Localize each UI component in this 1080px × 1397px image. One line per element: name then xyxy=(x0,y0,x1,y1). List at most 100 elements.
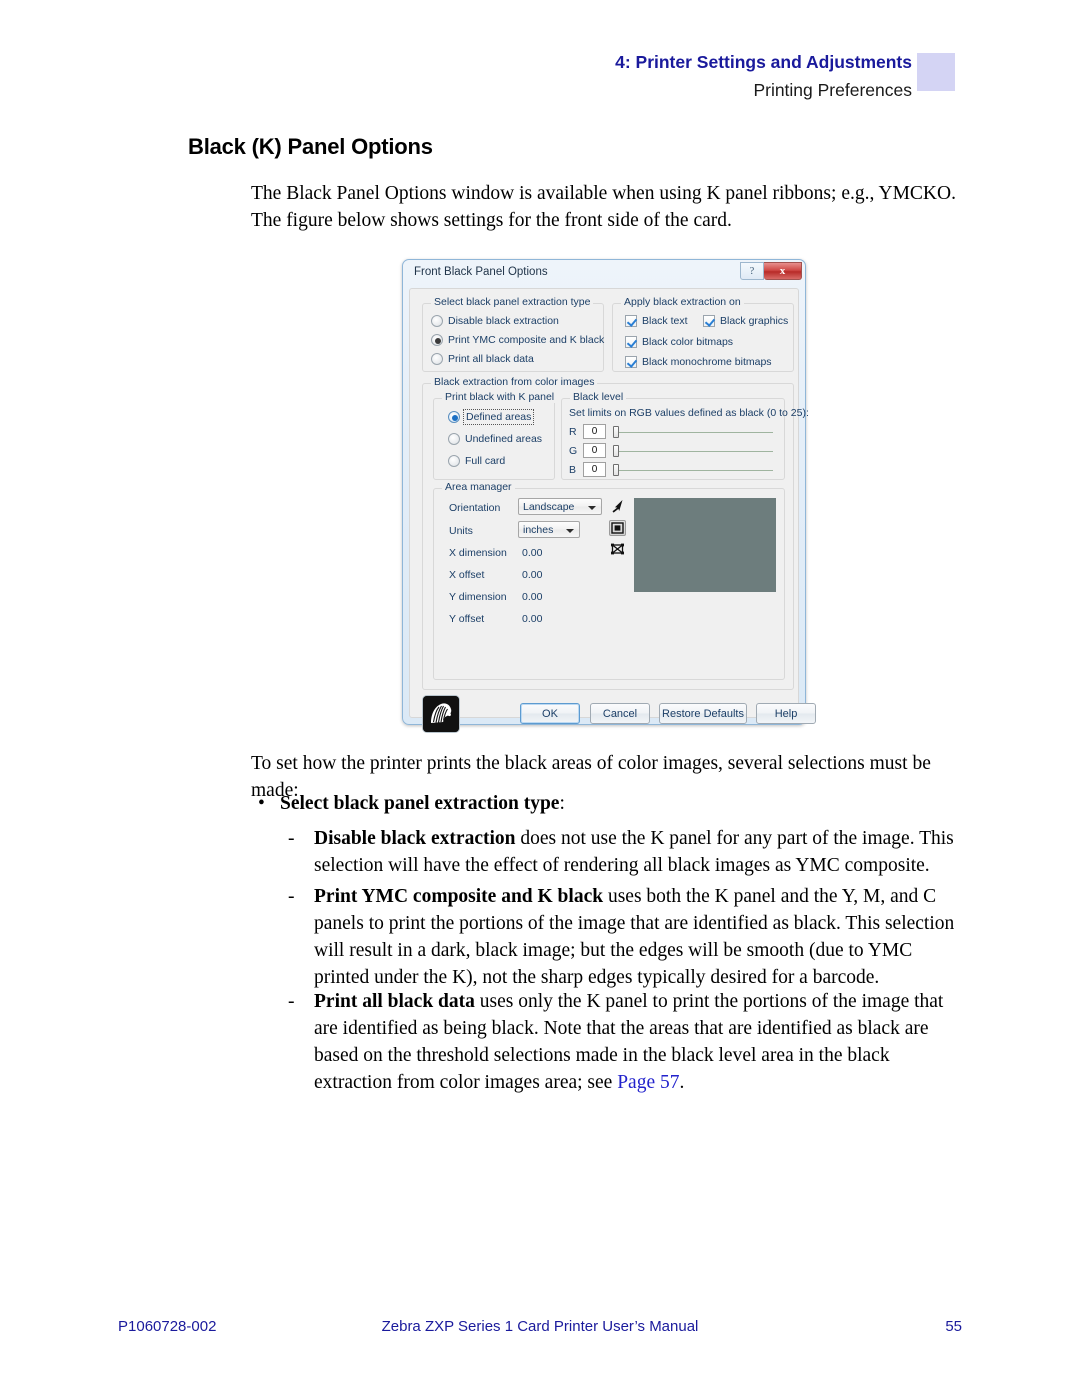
units-label: Units xyxy=(449,525,473,537)
slider-thumb[interactable] xyxy=(613,463,619,476)
checkbox-black-monochrome-bitmaps[interactable]: Black monochrome bitmaps xyxy=(625,356,772,368)
channel-value-b[interactable]: 0 xyxy=(583,462,606,477)
black-level-instruction: Set limits on RGB values defined as blac… xyxy=(569,407,809,419)
dialog-titlebar[interactable]: Front Black Panel Options ? x xyxy=(405,262,803,287)
radio-label: Print YMC composite and K black xyxy=(448,334,605,346)
footer-page-number: 55 xyxy=(945,1318,962,1335)
window-buttons: ? x xyxy=(740,262,802,280)
y-offset-label: Y offset xyxy=(449,613,485,625)
page-57-link[interactable]: Page 57 xyxy=(617,1072,679,1093)
group-black-extraction-from-color-images: Black extraction from color images Print… xyxy=(422,376,809,690)
checkbox-black-graphics[interactable]: Black graphics xyxy=(703,315,788,327)
group-extraction-type: Select black panel extraction type Disab… xyxy=(422,296,604,372)
radio-label: Undefined areas xyxy=(465,433,543,445)
slider-g[interactable] xyxy=(613,444,773,458)
slider-track xyxy=(619,450,773,452)
cancel-button[interactable]: Cancel xyxy=(590,703,650,724)
area-preview-canvas[interactable] xyxy=(634,498,776,592)
sub-bullet-text: Disable black extraction does not use th… xyxy=(314,825,964,879)
group-extraction-type-legend: Select black panel extraction type xyxy=(431,296,594,308)
close-icon[interactable]: x xyxy=(764,262,802,280)
bullet-tail-text: : xyxy=(559,793,565,814)
sub-bullet-period: . xyxy=(679,1072,685,1093)
group-black-level: Black level Set limits on RGB values def… xyxy=(561,391,809,480)
chevron-down-icon xyxy=(588,506,596,510)
radio-disable-black-extraction[interactable]: Disable black extraction xyxy=(431,315,559,327)
group-apply-on-legend: Apply black extraction on xyxy=(621,296,744,308)
intro-paragraph: The Black Panel Options window is availa… xyxy=(251,183,956,231)
slider-b[interactable] xyxy=(613,463,773,477)
header-chapter-title: 4: Printer Settings and Adjustments xyxy=(615,52,912,72)
dash-marker: - xyxy=(288,886,295,907)
sub-bullet-text: Print all black data uses only the K pan… xyxy=(314,988,964,1096)
channel-value-g[interactable]: 0 xyxy=(583,443,606,458)
group-black-level-legend: Black level xyxy=(570,391,627,403)
radio-full-card[interactable]: Full card xyxy=(448,455,505,467)
bullet-select-extraction-type: • Select black panel extraction type: xyxy=(258,790,958,817)
checkbox-indicator xyxy=(703,315,715,327)
radio-print-ymc-composite-and-k-black[interactable]: Print YMC composite and K black xyxy=(431,334,604,346)
checkbox-indicator xyxy=(625,315,637,327)
slider-track xyxy=(619,431,773,433)
rectangle-tool-icon[interactable] xyxy=(609,520,626,536)
slider-r[interactable] xyxy=(613,425,773,439)
dialog-title: Front Black Panel Options xyxy=(414,266,548,278)
checkbox-black-color-bitmaps[interactable]: Black color bitmaps xyxy=(625,336,733,348)
checkbox-indicator xyxy=(625,336,637,348)
x-offset-label: X offset xyxy=(449,569,485,581)
channel-value-r[interactable]: 0 xyxy=(583,424,606,439)
units-value: inches xyxy=(523,524,554,536)
slider-thumb[interactable] xyxy=(613,425,619,438)
sub-bullet-print-ymc-composite: - Print YMC composite and K black uses b… xyxy=(288,883,964,991)
orientation-value: Landscape xyxy=(523,501,575,513)
delete-area-tool-icon[interactable] xyxy=(609,541,626,557)
x-dimension-value: 0.00 xyxy=(522,547,543,559)
checkbox-indicator xyxy=(625,356,637,368)
radio-indicator xyxy=(448,411,460,423)
radio-defined-areas[interactable]: Defined areas xyxy=(448,409,535,425)
pointer-tool-icon[interactable] xyxy=(609,498,626,514)
radio-indicator xyxy=(431,334,443,346)
radio-print-all-black-data[interactable]: Print all black data xyxy=(431,353,534,365)
radio-indicator xyxy=(431,315,443,327)
restore-defaults-button[interactable]: Restore Defaults xyxy=(659,703,747,724)
units-select[interactable]: inches xyxy=(518,521,580,538)
sub-bullet-text: Print YMC composite and K black uses bot… xyxy=(314,883,964,991)
orientation-label: Orientation xyxy=(449,502,501,514)
radio-label: Full card xyxy=(465,455,506,467)
checkbox-black-text[interactable]: Black text xyxy=(625,315,688,327)
header-color-swatch xyxy=(917,53,955,91)
chevron-down-icon xyxy=(566,529,574,533)
y-dimension-label: Y dimension xyxy=(449,591,507,603)
sub-bullet-disable-black-extraction: - Disable black extraction does not use … xyxy=(288,825,964,879)
front-black-panel-options-dialog: Front Black Panel Options ? x Select bla… xyxy=(402,259,816,733)
checkbox-label: Black monochrome bitmaps xyxy=(642,356,772,368)
checkbox-label: Black graphics xyxy=(720,315,789,327)
dash-marker: - xyxy=(288,991,295,1012)
x-offset-value: 0.00 xyxy=(522,569,543,581)
group-black-extraction-legend: Black extraction from color images xyxy=(431,376,598,388)
restore-defaults-label: Restore Defaults xyxy=(662,707,744,720)
channel-label-b: B xyxy=(569,463,577,476)
help-icon[interactable]: ? xyxy=(740,262,764,280)
slider-thumb[interactable] xyxy=(613,444,619,457)
group-area-manager-legend: Area manager xyxy=(442,481,515,493)
group-apply-black-extraction-on: Apply black extraction on Black text Bla… xyxy=(612,296,794,372)
channel-label-g: G xyxy=(569,444,578,457)
radio-label: Defined areas xyxy=(462,409,535,425)
bullet-text: Select black panel extraction type: xyxy=(280,790,565,817)
page-footer: P1060728-002 Zebra ZXP Series 1 Card Pri… xyxy=(0,1318,1080,1348)
radio-indicator xyxy=(448,433,460,445)
radio-undefined-areas[interactable]: Undefined areas xyxy=(448,433,542,445)
group-print-black-with-k-panel: Print black with K panel Defined areas U… xyxy=(433,391,558,480)
slider-row-r: R 0 xyxy=(569,424,777,439)
radio-indicator xyxy=(448,455,460,467)
sub-bullet-bold-text: Disable black extraction xyxy=(314,828,516,849)
orientation-select[interactable]: Landscape xyxy=(518,498,602,515)
help-button[interactable]: Help xyxy=(756,703,816,724)
slider-row-b: B 0 xyxy=(569,462,777,477)
ok-button[interactable]: OK xyxy=(520,703,580,724)
bullet-bold-text: Select black panel extraction type xyxy=(280,793,560,814)
page-header: 4: Printer Settings and Adjustments Prin… xyxy=(0,52,1080,112)
sub-bullet-bold-text: Print YMC composite and K black xyxy=(314,886,604,907)
